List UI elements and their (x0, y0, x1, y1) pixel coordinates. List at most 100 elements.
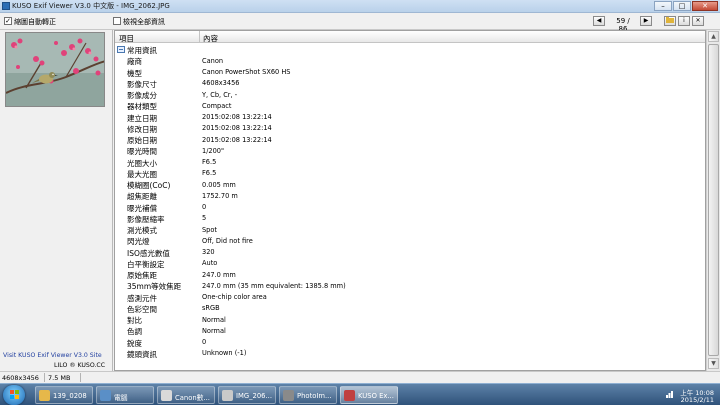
clock-date[interactable]: 2015/2/11 (681, 396, 714, 404)
group-row-common[interactable]: 常用資訊 (115, 44, 705, 55)
table-row[interactable]: 影像尺寸 4608x3456 (115, 78, 705, 89)
table-row[interactable]: 修改日期 2015:02:08 13:22:14 (115, 123, 705, 134)
row-value: 247.0 mm (35 mm equivalent: 1385.8 mm) (202, 281, 346, 290)
folder-icon (39, 390, 50, 401)
show-all-checkbox[interactable] (113, 17, 121, 25)
minimize-button[interactable]: – (654, 1, 672, 11)
status-bar: 4608x3456 7.5 MB (0, 371, 720, 383)
table-rows: 常用資訊 廠商 Canon 機型 Canon PowerShot SX60 HS 影… (115, 44, 705, 359)
group-collapse-icon[interactable] (117, 46, 125, 53)
row-value: 2015:02:08 13:22:14 (202, 113, 272, 121)
prev-image-button[interactable]: ◀ (593, 16, 605, 26)
close-button[interactable]: ✕ (692, 1, 718, 11)
task-label: 139_0208 (53, 392, 87, 400)
column-header-content[interactable]: 內容 (203, 33, 218, 44)
table-row[interactable]: 光圈大小 F6.5 (115, 157, 705, 168)
table-row[interactable]: 原始焦距 247.0 mm (115, 269, 705, 281)
status-divider (80, 373, 81, 382)
table-row[interactable]: 最大光圈 F6.5 (115, 168, 705, 179)
scroll-thumb[interactable] (708, 44, 719, 356)
bird-on-blossom-image (6, 33, 104, 106)
row-value: Spot (202, 225, 217, 234)
table-row[interactable]: 35mm等效焦距 247.0 mm (35 mm equivalent: 1385… (115, 280, 705, 292)
taskbar-item-canon[interactable]: Canon數... (157, 386, 215, 404)
taskbar-item-kuso[interactable]: KUSO Ex... (340, 386, 398, 404)
row-value: One-chip color area (202, 293, 267, 301)
photo-thumbnail[interactable] (5, 32, 105, 107)
task-label: PhotoIm... (297, 392, 332, 400)
table-row[interactable]: 銳度 0 (115, 337, 705, 348)
status-divider (44, 373, 45, 382)
table-header: 項目 內容 (115, 31, 705, 44)
table-row[interactable]: 影像壓縮率 5 (115, 213, 705, 224)
task-label: KUSO Ex... (358, 392, 394, 400)
table-row[interactable]: 曝光補償 0 (115, 202, 705, 213)
system-tray: 上午 10:08 2015/2/11 (664, 385, 720, 405)
status-file-size: 7.5 MB (48, 374, 71, 382)
table-row[interactable]: 建立日期 2015:02:08 13:22:14 (115, 112, 705, 123)
table-row[interactable]: 閃光燈 Off, Did not fire (115, 235, 705, 247)
scroll-down-icon[interactable]: ▼ (708, 358, 719, 369)
task-label: IMG_206... (236, 392, 272, 400)
row-value: Y, Cb, Cr, - (202, 90, 238, 99)
taskbar-item-photoimpact[interactable]: PhotoIm... (279, 386, 337, 404)
table-row[interactable]: 色彩空間 sRGB (115, 303, 705, 314)
author-credit[interactable]: LILO ® KUSO.CC (54, 362, 105, 369)
vertical-scrollbar[interactable]: ▲ ▼ (706, 30, 720, 371)
taskbar-item-computer[interactable]: 電腦 (96, 386, 154, 404)
row-value: F6.5 (202, 169, 217, 178)
website-link[interactable]: Visit KUSO Exif Viewer V3.0 Site (3, 352, 102, 359)
table-row[interactable]: 廠商 Canon (115, 55, 705, 67)
row-value: Compact (202, 101, 232, 110)
info-icon[interactable]: i (678, 16, 690, 26)
table-row[interactable]: 曝光時間 1/200" (115, 145, 705, 157)
table-row[interactable]: 機型 Canon PowerShot SX60 HS (115, 67, 705, 78)
row-value: 0.005 mm (202, 180, 236, 189)
row-value: Normal (202, 315, 226, 324)
table-row[interactable]: 感測元件 One-chip color area (115, 292, 705, 303)
task-label: Canon數... (175, 394, 210, 402)
next-image-button[interactable]: ▶ (640, 16, 652, 26)
row-name: 鏡頭資訊 (127, 349, 157, 359)
maximize-button[interactable]: □ (673, 1, 691, 11)
table-row[interactable]: 模糊圈(CoC) 0.005 mm (115, 179, 705, 191)
row-value: Off, Did not fire (202, 236, 253, 245)
table-row[interactable]: 超焦距離 1752.70 m (115, 190, 705, 202)
table-row[interactable]: 色調 Normal (115, 325, 705, 337)
taskbar-item-folder[interactable]: 139_0208 (35, 386, 93, 404)
window-controls: – □ ✕ (653, 1, 718, 11)
photo-editor-icon (283, 390, 294, 401)
table-row[interactable]: ISO感光數值 320 (115, 247, 705, 258)
table-row[interactable]: 鏡頭資訊 Unknown (-1) (115, 348, 705, 359)
exif-table: 項目 內容 常用資訊 廠商 Canon 機型 Canon PowerShot SX6… (114, 30, 706, 371)
table-row[interactable]: 測光模式 Spot (115, 224, 705, 236)
table-row[interactable]: 原始日期 2015:02:08 13:22:14 (115, 134, 705, 146)
app-icon (2, 2, 10, 10)
toolbar: ✓ 縮圖自動轉正 檢視全部資訊 ◀ 59 / 86 ▶ i ✕ (0, 13, 720, 33)
row-value: 2015:02:08 13:22:14 (202, 135, 272, 144)
windows-logo-icon (10, 390, 19, 399)
row-value: Canon (202, 56, 224, 65)
scroll-up-icon[interactable]: ▲ (708, 31, 719, 42)
table-row[interactable]: 影像成分 Y, Cb, Cr, - (115, 89, 705, 101)
row-value: 320 (202, 248, 215, 256)
taskbar-item-image[interactable]: IMG_206... (218, 386, 276, 404)
table-row[interactable]: 器材類型 Compact (115, 100, 705, 112)
kuso-app-icon (344, 390, 355, 401)
table-row[interactable]: 對比 Normal (115, 314, 705, 326)
image-file-icon (222, 390, 233, 401)
row-value: 5 (202, 214, 207, 223)
start-button[interactable] (3, 385, 25, 405)
auto-rotate-label: 縮圖自動轉正 (14, 18, 56, 26)
exit-icon[interactable]: ✕ (692, 16, 704, 26)
row-value: F6.5 (202, 158, 217, 166)
column-divider[interactable] (199, 31, 200, 43)
auto-rotate-checkbox[interactable]: ✓ (4, 17, 12, 25)
row-value: 0 (202, 338, 207, 346)
network-icon[interactable] (666, 391, 673, 398)
row-value: Unknown (-1) (202, 349, 247, 358)
table-row[interactable]: 白平衡設定 Auto (115, 258, 705, 269)
folder-icon[interactable] (664, 16, 676, 26)
thumbnail-panel: Visit KUSO Exif Viewer V3.0 Site LILO ® … (0, 30, 113, 371)
column-header-item[interactable]: 項目 (119, 33, 134, 44)
